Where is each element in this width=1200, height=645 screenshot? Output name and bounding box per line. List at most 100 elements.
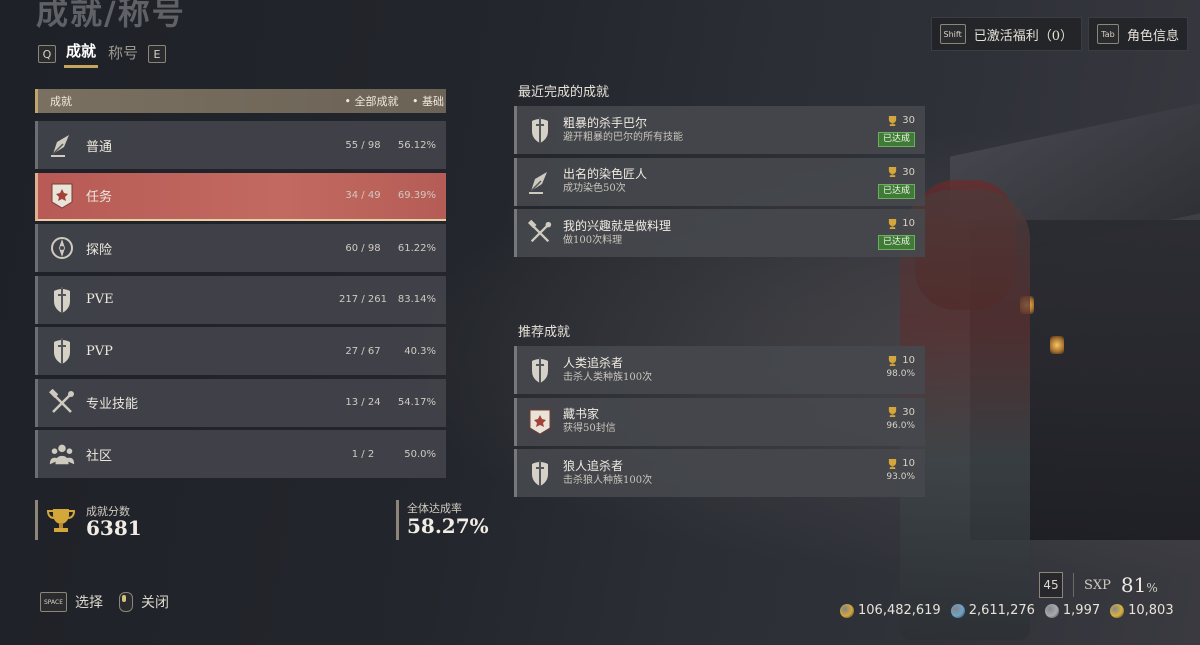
- achievement-name: 藏书家: [563, 407, 600, 421]
- category-count: 27 / 67: [345, 345, 381, 357]
- achievement-points: 30: [878, 115, 915, 126]
- category-name: 社区: [86, 448, 113, 464]
- sword-shield-icon: [48, 286, 76, 314]
- category-percent: 69.39%: [397, 190, 436, 201]
- achievement-row[interactable]: 出名的染色匠人 成功染色50次 30 已达成: [514, 157, 925, 206]
- achievement-reward: 30 96.0%: [886, 407, 915, 431]
- page-title: 成就/称号: [36, 0, 186, 32]
- category-count: 55 / 98: [345, 139, 381, 151]
- achievement-score: 成就分数 6381: [35, 500, 142, 540]
- crossed-tools-icon: [48, 388, 76, 417]
- achievement-rate: 93.0%: [886, 472, 915, 482]
- divider: [1073, 573, 1074, 597]
- category-count: 34 / 49: [345, 190, 381, 201]
- category-row[interactable]: 专业技能 13 / 24 54.17%: [35, 378, 446, 427]
- points-value: 10: [902, 458, 915, 469]
- trophy-icon: [889, 115, 897, 126]
- achievement-row[interactable]: 我的兴趣就是做料理 做100次料理 10 已达成: [514, 209, 925, 257]
- trophy-icon: [889, 167, 897, 177]
- gold-gear-icon: [1110, 603, 1125, 618]
- category-count: 13 / 24: [345, 397, 381, 408]
- silver-stone-icon: [1044, 603, 1059, 618]
- space-key-icon[interactable]: SPACE: [40, 592, 68, 612]
- background-roof: [950, 103, 1200, 267]
- achievement-name: 我的兴趣就是做料理: [563, 218, 672, 233]
- currency-item: 10,803: [1110, 603, 1174, 618]
- achievement-points: 10: [886, 355, 915, 366]
- sword-shield-icon: [527, 355, 553, 385]
- achievement-row[interactable]: 藏书家获得50封信 30 96.0%: [514, 397, 925, 446]
- currency-value: 10,803: [1128, 603, 1174, 618]
- sxp-label: SXP: [1084, 577, 1111, 593]
- select-label: 选择: [75, 595, 104, 611]
- achievement-text: 出名的染色匠人 成功染色50次: [563, 167, 647, 196]
- tab-bar: Q 成就 称号 E: [38, 40, 167, 68]
- trophy-icon: [889, 218, 897, 229]
- filter-all-achievements[interactable]: • 全部成就: [345, 95, 399, 108]
- achievement-points: 10: [886, 458, 915, 469]
- filter-basic[interactable]: • 基础: [412, 95, 444, 108]
- category-header-label: 成就: [50, 95, 72, 108]
- sxp-number: 81: [1120, 573, 1147, 597]
- currency-item: 1,997: [1044, 603, 1100, 618]
- quill-icon: [527, 167, 553, 197]
- sxp-value: 81%: [1121, 573, 1158, 597]
- achievement-description: 获得50封信: [563, 423, 616, 434]
- category-row[interactable]: 任务 34 / 49 69.39%: [35, 172, 446, 221]
- trophy-icon: [889, 355, 897, 366]
- background-lantern: [1020, 296, 1034, 314]
- achievement-description: 击杀狼人种族100次: [563, 474, 653, 486]
- tab-titles[interactable]: 称号: [106, 42, 140, 67]
- category-name: 探险: [86, 242, 113, 258]
- sword-shield-icon: [48, 337, 76, 365]
- achievement-rate: 96.0%: [886, 420, 915, 431]
- community-icon: [48, 440, 76, 468]
- achievement-description: 做100次料理: [563, 234, 623, 246]
- character-info-button[interactable]: Tab 角色信息: [1087, 17, 1188, 51]
- currency-bar: 106,482,619 2,611,276 1,997 10,803: [840, 603, 1174, 618]
- quest-emblem-icon: [527, 407, 553, 437]
- achievement-reward: 10 98.0%: [886, 355, 915, 379]
- compass-icon: [48, 234, 76, 262]
- trophy-icon: [889, 458, 897, 469]
- category-row[interactable]: PVE 217 / 261 83.14%: [35, 275, 446, 324]
- currency-value: 106,482,619: [858, 603, 941, 618]
- points-value: 10: [902, 355, 915, 366]
- achievement-description: 避开粗暴的巴尔的所有技能: [563, 131, 683, 143]
- category-count: 217 / 261: [339, 294, 387, 305]
- recent-achievements-list: 粗暴的杀手巴尔 避开粗暴的巴尔的所有技能 30 已达成 出名的染色匠人 成功染色50次 30…: [514, 106, 925, 261]
- category-name: 任务: [86, 190, 113, 205]
- rate-value: 58.27%: [407, 514, 489, 538]
- achievement-reward: 30 已达成: [877, 115, 915, 147]
- points-value: 30: [902, 406, 915, 418]
- achievement-row[interactable]: 粗暴的杀手巴尔 避开粗暴的巴尔的所有技能 30 已达成: [514, 106, 925, 154]
- category-name: 普通: [86, 139, 113, 155]
- tab-achievements[interactable]: 成就: [64, 40, 99, 68]
- close-label: 关闭: [141, 595, 170, 611]
- next-tab-key[interactable]: E: [148, 45, 167, 63]
- category-row[interactable]: 探险 60 / 98 61.22%: [35, 224, 446, 272]
- prev-tab-key[interactable]: Q: [38, 45, 56, 63]
- achievement-row[interactable]: 人类追杀者 击杀人类种族100次 10 98.0%: [514, 346, 925, 394]
- quest-emblem-icon: [48, 182, 76, 210]
- achievement-points: 10: [878, 218, 915, 229]
- background-scene: [880, 60, 1200, 645]
- completed-badge: 已达成: [877, 235, 915, 250]
- category-row[interactable]: 普通 55 / 98 56.12%: [35, 121, 446, 169]
- tab-key-icon: Tab: [1096, 24, 1119, 44]
- recommended-achievements-list: 人类追杀者 击杀人类种族100次 10 98.0% 藏书家 获得50封信 30 96.0% 狼人…: [514, 346, 925, 501]
- achievement-name: 出名的染色匠人: [563, 167, 648, 181]
- overall-completion: 全体达成率 58.27%: [396, 500, 489, 540]
- category-name: 专业技能: [86, 397, 139, 412]
- mouse-icon[interactable]: [119, 592, 134, 612]
- active-benefits-button[interactable]: Shift 已激活福利（0）: [930, 17, 1082, 51]
- points-value: 10: [902, 218, 915, 229]
- category-row[interactable]: 社区 1 / 2 50.0%: [35, 430, 446, 478]
- points-value: 30: [902, 115, 915, 126]
- category-row[interactable]: PVP 27 / 67 40.3%: [35, 327, 446, 375]
- achievement-row[interactable]: 狼人追杀者 击杀狼人种族100次 10 93.0%: [514, 449, 925, 497]
- trophy-icon: [889, 407, 897, 417]
- category-percent: 40.3%: [404, 345, 436, 357]
- category-name: PVE: [86, 292, 114, 307]
- category-count: 60 / 98: [345, 242, 381, 254]
